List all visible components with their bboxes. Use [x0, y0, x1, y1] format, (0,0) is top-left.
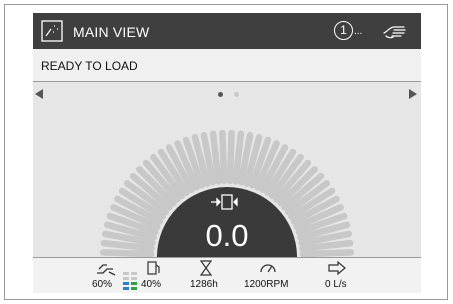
screen-frame: MAIN VIEW 1 ... READY TO LOAD 0.0 60% 40… — [4, 4, 448, 300]
gauge-value: 0.0 — [205, 218, 249, 253]
bottom-status-bar: 60% 40% 1286h 1200RPM 0 L/s — [33, 257, 421, 293]
engine-hours: 1286h — [190, 279, 218, 290]
flow-icon — [328, 260, 346, 276]
alarm-more: ... — [354, 26, 363, 37]
manual-mode-icon[interactable] — [382, 21, 408, 41]
level-bars-icon — [123, 272, 137, 290]
next-page-arrow[interactable] — [409, 89, 417, 99]
page-title: MAIN VIEW — [73, 24, 150, 40]
hourglass-icon — [200, 260, 212, 276]
loader-percent: 60% — [92, 279, 113, 290]
engine-rpm: 1200RPM — [244, 279, 289, 290]
gauge-tick — [226, 129, 235, 185]
rpm-gauge-icon — [260, 264, 276, 273]
fuel-percent: 40% — [141, 279, 162, 290]
status-bar: READY TO LOAD — [33, 49, 421, 82]
flow-rate: 0 L/s — [325, 279, 347, 290]
loader-icon — [97, 264, 116, 276]
fuel-icon — [147, 261, 160, 275]
previous-page-arrow[interactable] — [35, 89, 43, 99]
page-indicator-inactive — [234, 92, 239, 97]
gauge-tick — [299, 249, 355, 257]
title-bar: MAIN VIEW 1 ... — [33, 13, 421, 49]
alarm-count: 1 — [334, 21, 353, 40]
page-indicator-active — [218, 92, 223, 97]
alarm-indicator[interactable]: 1 ... — [334, 21, 364, 43]
main-view: MAIN VIEW 1 ... READY TO LOAD 0.0 60% 40… — [33, 13, 421, 293]
gauge-tick — [219, 129, 228, 185]
gauge-tick — [99, 249, 155, 257]
view-icon[interactable] — [41, 20, 63, 42]
status-text: READY TO LOAD — [41, 59, 138, 73]
